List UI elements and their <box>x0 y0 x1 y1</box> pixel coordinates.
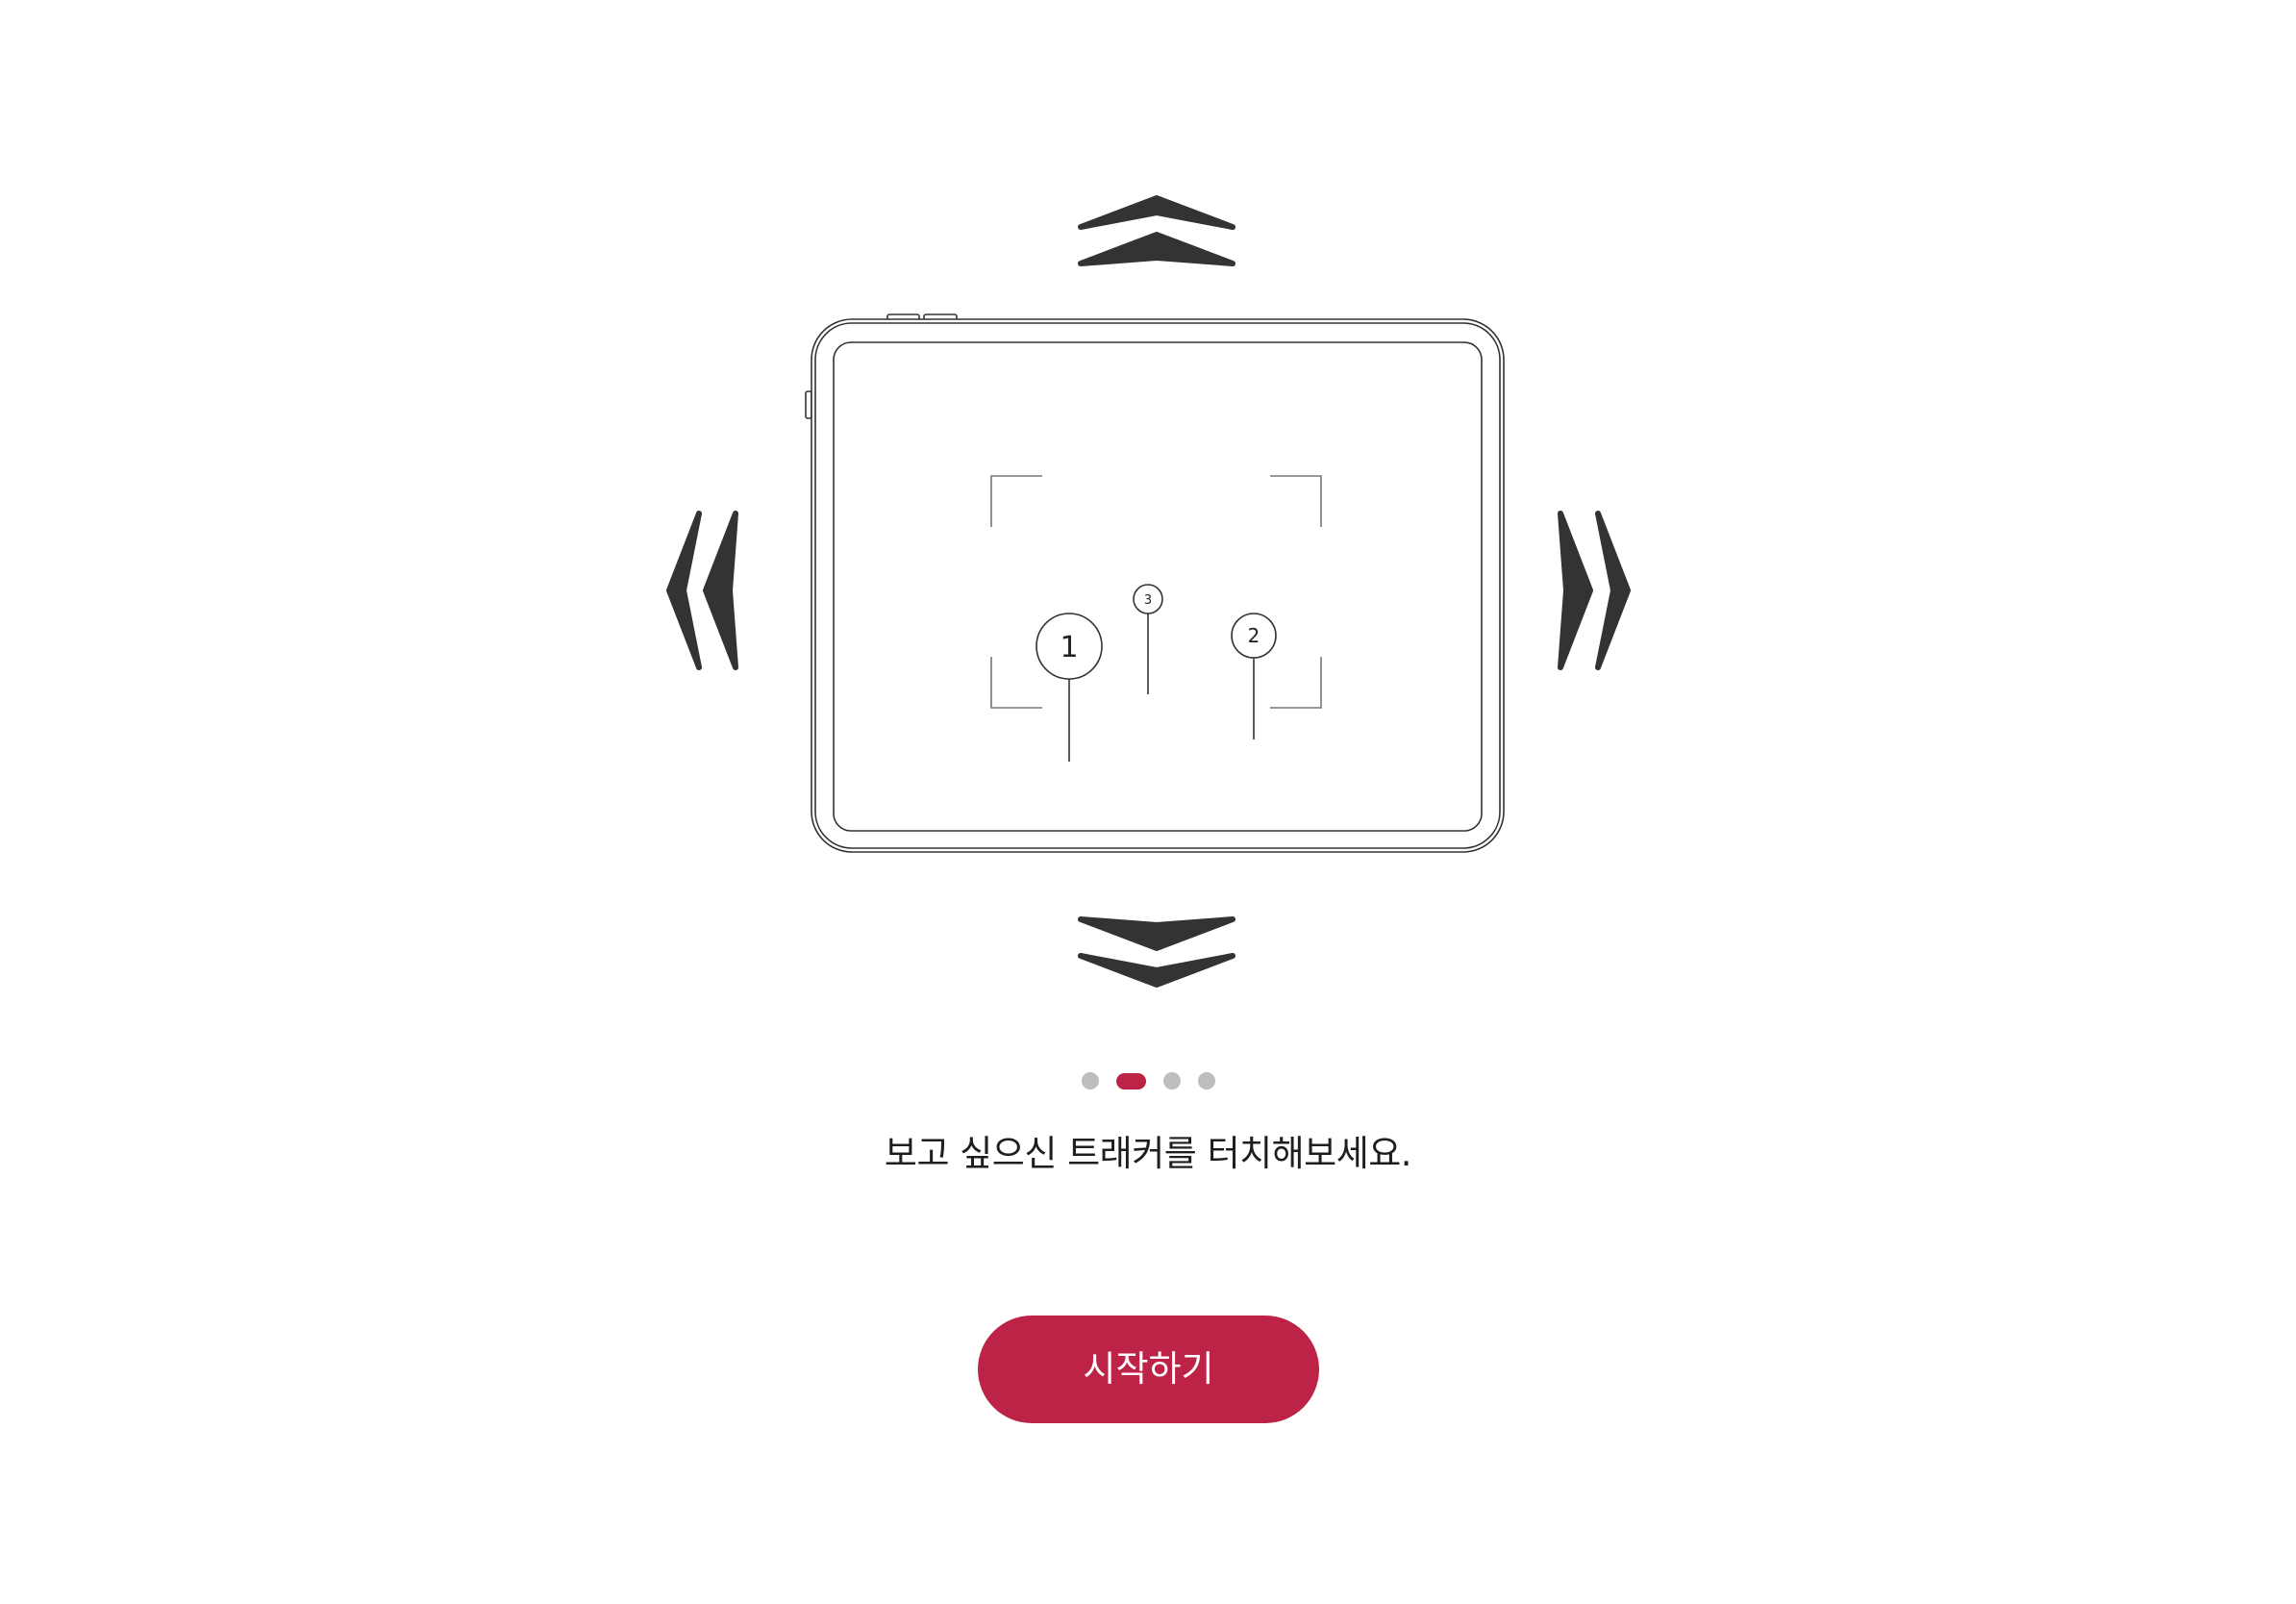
tracker-marker-label: 1 <box>1060 631 1078 664</box>
page-dot-active[interactable] <box>1115 1072 1146 1090</box>
arrow-down-icon <box>1078 916 1235 988</box>
tracker-marker-label: 3 <box>1144 593 1152 608</box>
arrow-left-chevron-outer <box>666 511 702 670</box>
arrow-left-icon <box>666 511 738 670</box>
arrow-down-chevron-outer <box>1078 953 1235 988</box>
arrow-right-icon <box>1558 511 1631 670</box>
page-indicator <box>0 1072 2296 1090</box>
instruction-text: 보고 싶으신 트래커를 터치해보세요. <box>884 1133 1412 1174</box>
arrow-right-chevron-outer <box>1595 511 1631 670</box>
arrow-up-chevron-inner <box>1078 232 1235 266</box>
page-dot[interactable] <box>1081 1072 1099 1090</box>
page-dot[interactable] <box>1197 1072 1215 1090</box>
arrow-down-chevron-inner <box>1078 916 1235 951</box>
tablet-icon <box>805 313 1505 853</box>
onboarding-screen: 1 3 2 보고 싶으신 트래커를 터치해보세요. 시작하기 <box>0 0 2296 1604</box>
page-dot[interactable] <box>1162 1072 1181 1090</box>
start-button[interactable]: 시작하기 <box>978 1316 1319 1423</box>
arrow-up-icon <box>1078 195 1235 266</box>
arrow-left-chevron-inner <box>703 511 738 670</box>
arrow-right-chevron-inner <box>1558 511 1593 670</box>
arrow-up-chevron-outer <box>1078 195 1235 230</box>
tablet-outer-frame <box>811 318 1505 853</box>
tracker-marker-label: 2 <box>1248 624 1260 647</box>
tablet-side-button <box>805 390 812 419</box>
